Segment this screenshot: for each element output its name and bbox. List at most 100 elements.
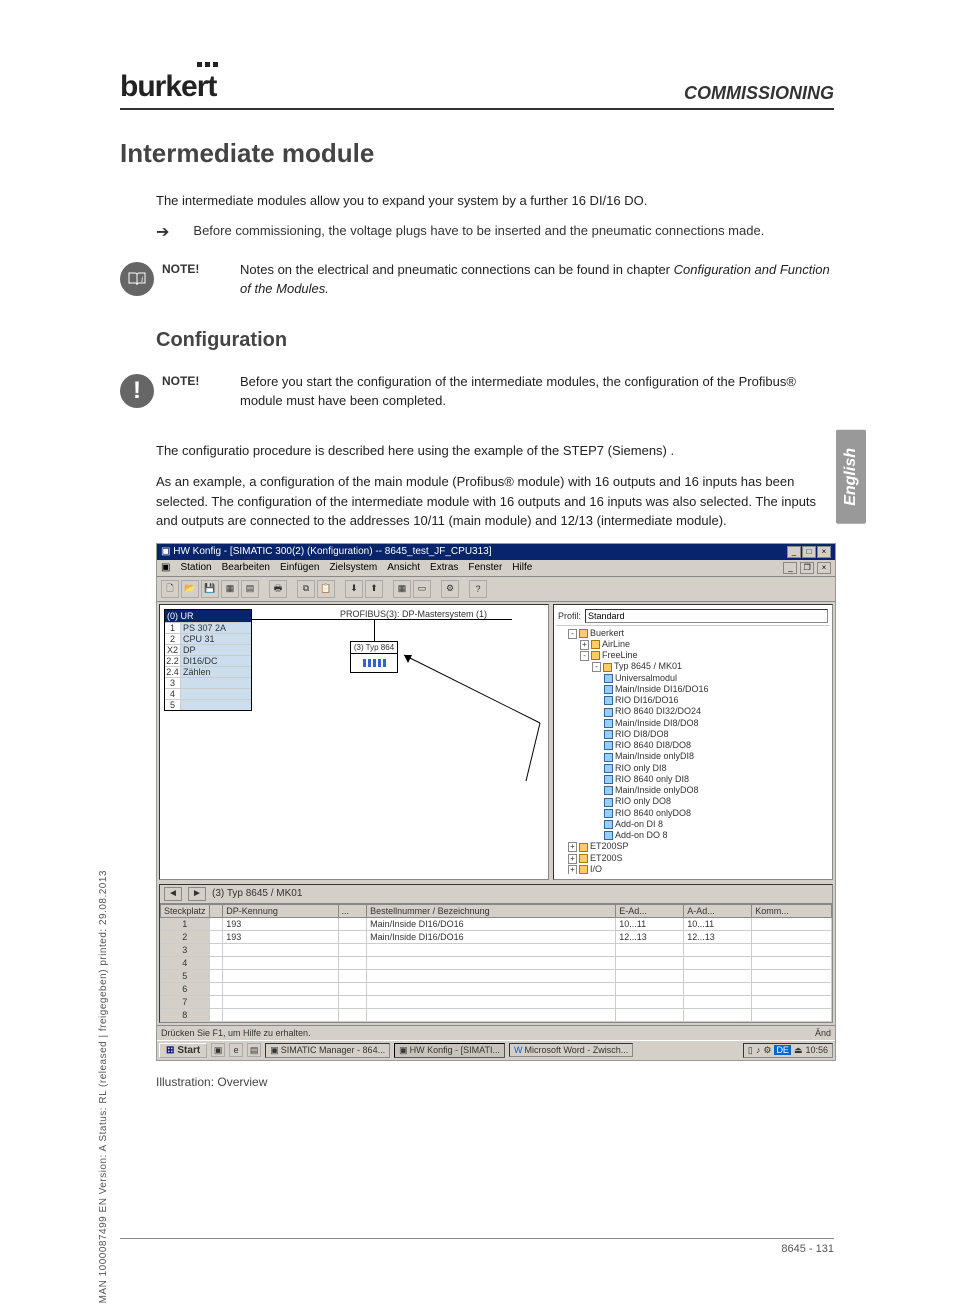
mdi-close-button[interactable]: × (817, 562, 831, 574)
tray-lang[interactable]: DE (774, 1045, 791, 1055)
help-icon[interactable]: ? (469, 580, 487, 598)
table-row[interactable]: 6 (161, 982, 832, 995)
catalog-tree[interactable]: -Buerkert+AirLine-FreeLine-Typ 8645 / MK… (556, 626, 830, 874)
tree-leaf[interactable]: RIO DI16/DO16 (558, 695, 828, 706)
slot-table-header[interactable]: DP-Kennung (223, 904, 338, 917)
tool-icon[interactable]: ▭ (413, 580, 431, 598)
table-row[interactable]: 5 (161, 969, 832, 982)
tree-expander-icon[interactable]: - (580, 651, 589, 661)
catalog-pane[interactable]: Profil: -Buerkert+AirLine-FreeLine-Typ 8… (553, 604, 833, 880)
table-row[interactable]: 1193Main/Inside DI16/DO1610...1110...11 (161, 917, 832, 930)
slot-table-header[interactable]: Steckplatz (161, 904, 210, 917)
taskbar-item-active[interactable]: ▣HW Konfig - [SIMATI... (394, 1043, 505, 1058)
tree-folder[interactable]: +ET200SP (558, 841, 828, 852)
tree-folder[interactable]: +ET200S (558, 853, 828, 864)
menu-item[interactable]: Zielsystem (329, 562, 377, 574)
tray-icon[interactable]: ⚙ (763, 1045, 771, 1056)
new-icon[interactable]: 🗋 (161, 580, 179, 598)
table-row[interactable]: 8 (161, 1008, 832, 1021)
slot-table-header[interactable]: ... (338, 904, 367, 917)
paste-icon[interactable]: 📋 (317, 580, 335, 598)
tree-leaf[interactable]: Universalmodul (558, 673, 828, 684)
tree-expander-icon[interactable]: + (580, 640, 589, 650)
slot-table-header[interactable]: A-Ad... (684, 904, 752, 917)
tree-expander-icon[interactable]: + (568, 842, 577, 852)
tree-folder[interactable]: -Buerkert (558, 628, 828, 639)
tree-folder[interactable]: -FreeLine (558, 650, 828, 661)
nav-back-button[interactable]: ◄ (164, 887, 182, 901)
tray-icon[interactable]: ▯ (748, 1045, 753, 1056)
tree-leaf[interactable]: RIO DI8/DO8 (558, 729, 828, 740)
slot-table-header[interactable] (209, 904, 223, 917)
rack-row[interactable]: 3 (165, 677, 251, 688)
minimize-button[interactable]: _ (787, 546, 801, 558)
tree-folder[interactable]: +I/O (558, 864, 828, 874)
tool-icon[interactable]: ▦ (221, 580, 239, 598)
tree-leaf[interactable]: Main/Inside onlyDI8 (558, 751, 828, 762)
tree-leaf[interactable]: Main/Inside DI16/DO16 (558, 684, 828, 695)
copy-icon[interactable]: ⧉ (297, 580, 315, 598)
device-node[interactable]: (3) Typ 864 (350, 641, 398, 673)
mdi-minimize-button[interactable]: _ (783, 562, 797, 574)
table-row[interactable]: 3 (161, 943, 832, 956)
print-icon[interactable]: 🖶 (269, 580, 287, 598)
menu-item[interactable]: Station (180, 562, 211, 574)
table-row[interactable]: 7 (161, 995, 832, 1008)
rack-table[interactable]: (0) UR 1PS 307 2A2CPU 31X2DP2.2DI16/DC2.… (164, 609, 252, 711)
table-row[interactable]: 2193Main/Inside DI16/DO1612...1312...13 (161, 930, 832, 943)
tree-leaf[interactable]: RIO 8640 onlyDO8 (558, 808, 828, 819)
slot-table[interactable]: Steckplatz DP-Kennung...Bestellnummer / B… (160, 904, 832, 1022)
tree-folder[interactable]: -Typ 8645 / MK01 (558, 661, 828, 672)
tray-icon[interactable]: ⏏ (794, 1045, 803, 1056)
maximize-button[interactable]: □ (802, 546, 816, 558)
slot-table-header[interactable]: E-Ad... (616, 904, 684, 917)
menu-item[interactable]: Hilfe (512, 562, 532, 574)
slot-table-header[interactable]: Bestellnummer / Bezeichnung (367, 904, 616, 917)
quicklaunch-icon[interactable]: ▤ (247, 1043, 261, 1057)
nav-fwd-button[interactable]: ► (188, 887, 206, 901)
start-button[interactable]: ⊞ Start (159, 1043, 207, 1058)
tree-leaf[interactable]: RIO only DI8 (558, 763, 828, 774)
tray-icon[interactable]: ♪ (756, 1045, 761, 1055)
close-button[interactable]: × (817, 546, 831, 558)
taskbar-item[interactable]: ▣SIMATIC Manager - 864... (265, 1043, 390, 1058)
tree-leaf[interactable]: RIO 8640 only DI8 (558, 774, 828, 785)
menu-item[interactable]: Bearbeiten (222, 562, 270, 574)
download-icon[interactable]: ⬇ (345, 580, 363, 598)
rack-row[interactable]: 2.2DI16/DC (165, 655, 251, 666)
tree-leaf[interactable]: RIO only DO8 (558, 796, 828, 807)
quicklaunch-ie-icon[interactable]: e (229, 1043, 243, 1057)
upload-icon[interactable]: ⬆ (365, 580, 383, 598)
tree-leaf[interactable]: Main/Inside DI8/DO8 (558, 718, 828, 729)
table-row[interactable]: 4 (161, 956, 832, 969)
menu-item[interactable]: Einfügen (280, 562, 319, 574)
tool-icon[interactable]: ⚙ (441, 580, 459, 598)
tree-leaf[interactable]: RIO 8640 DI32/DO24 (558, 706, 828, 717)
menu-item[interactable]: Fenster (468, 562, 502, 574)
tool-icon[interactable]: ▤ (241, 580, 259, 598)
rack-row[interactable]: X2DP (165, 644, 251, 655)
slot-table-header[interactable]: Komm... (752, 904, 832, 917)
open-icon[interactable]: 📂 (181, 580, 199, 598)
tree-expander-icon[interactable]: - (568, 629, 577, 639)
hardware-pane[interactable]: PROFIBUS(3): DP-Mastersystem (1) (3) Typ… (159, 604, 549, 880)
taskbar-item[interactable]: WMicrosoft Word - Zwisch... (509, 1043, 633, 1057)
tree-folder[interactable]: +AirLine (558, 639, 828, 650)
tree-expander-icon[interactable]: - (592, 662, 601, 672)
rack-row[interactable]: 2.4Zählen (165, 666, 251, 677)
menu-item[interactable]: Ansicht (387, 562, 420, 574)
tree-leaf[interactable]: Add-on DO 8 (558, 830, 828, 841)
tree-leaf[interactable]: Main/Inside onlyDO8 (558, 785, 828, 796)
tool-icon[interactable]: ▦ (393, 580, 411, 598)
tree-expander-icon[interactable]: + (568, 865, 577, 874)
tree-expander-icon[interactable]: + (568, 854, 577, 864)
profile-select[interactable] (585, 609, 828, 623)
tree-leaf[interactable]: Add-on DI 8 (558, 819, 828, 830)
rack-row[interactable]: 5 (165, 699, 251, 710)
save-icon[interactable]: 💾 (201, 580, 219, 598)
menu-item[interactable]: Extras (430, 562, 458, 574)
rack-row[interactable]: 2CPU 31 (165, 633, 251, 644)
mdi-restore-button[interactable]: ❐ (800, 562, 814, 574)
tree-leaf[interactable]: RIO 8640 DI8/DO8 (558, 740, 828, 751)
rack-row[interactable]: 1PS 307 2A (165, 622, 251, 633)
